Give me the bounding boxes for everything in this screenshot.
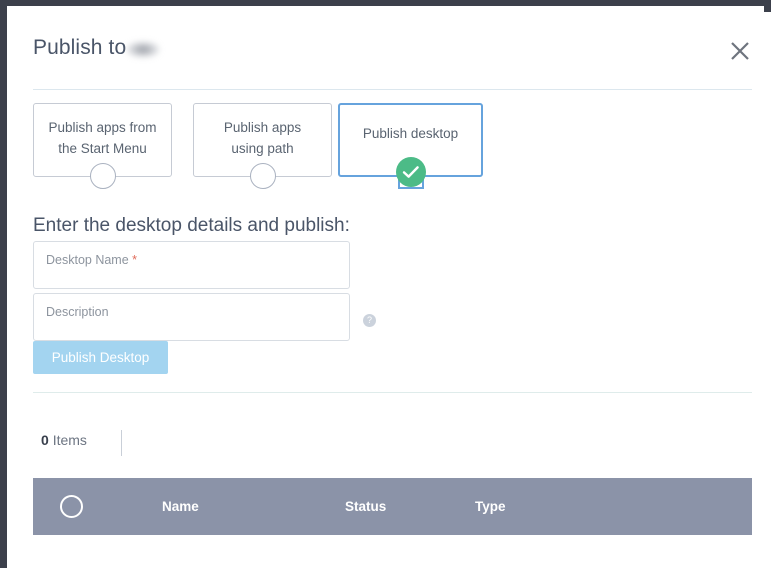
desktop-name-placeholder: Desktop Name (46, 253, 129, 267)
required-asterisk: * (132, 253, 138, 267)
dialog-header: Publish to (14, 12, 771, 84)
desktop-name-field[interactable]: Desktop Name * (33, 241, 350, 289)
column-header-name[interactable]: Name (162, 499, 199, 514)
publish-dialog: Publish to Publish apps from the Start M… (14, 12, 771, 574)
option-card-label: Publish apps using path (200, 117, 325, 159)
results-table-header: Name Status Type (33, 478, 752, 535)
option-card-publish-desktop[interactable]: Publish desktop (338, 103, 483, 189)
window-frame: Publish to Publish apps from the Start M… (0, 0, 771, 574)
column-header-status[interactable]: Status (345, 499, 386, 514)
description-placeholder: Description (46, 305, 109, 319)
form-heading: Enter the desktop details and publish: (33, 215, 350, 236)
option-card-label-line1: Publish apps (223, 120, 302, 135)
description-field[interactable]: Description (33, 293, 350, 341)
help-icon[interactable]: ? (363, 314, 376, 327)
items-bar-divider (121, 430, 122, 456)
checkmark-icon[interactable] (395, 157, 426, 187)
option-card-publish-apps-start-menu[interactable]: Publish apps from the Start Menu (33, 103, 172, 189)
close-icon[interactable] (723, 34, 757, 68)
redacted-tenant-name (126, 41, 160, 58)
items-count-value: 0 (41, 432, 49, 448)
items-count-label: Items (52, 432, 87, 448)
publish-mode-options: Publish apps from the Start Menu Publish… (33, 103, 503, 189)
items-count: 0 Items (41, 432, 87, 448)
page-title: Publish to (33, 36, 127, 59)
option-card-label-line1: Publish apps from (48, 120, 157, 135)
header-divider (33, 89, 752, 90)
select-all-radio[interactable] (60, 495, 83, 518)
option-card-label-line1: Publish desktop (362, 126, 459, 141)
option-card-label-line2: the Start Menu (58, 141, 147, 156)
option-card-label: Publish apps from the Start Menu (40, 117, 165, 159)
list-divider (33, 392, 752, 393)
column-header-type[interactable]: Type (475, 499, 506, 514)
option-radio-unselected[interactable] (89, 163, 116, 189)
option-card-label: Publish desktop (346, 123, 475, 144)
option-card-publish-apps-using-path[interactable]: Publish apps using path (193, 103, 332, 189)
option-card-label-line2: using path (231, 141, 294, 156)
option-radio-unselected[interactable] (249, 163, 276, 189)
publish-desktop-button[interactable]: Publish Desktop (33, 341, 168, 374)
